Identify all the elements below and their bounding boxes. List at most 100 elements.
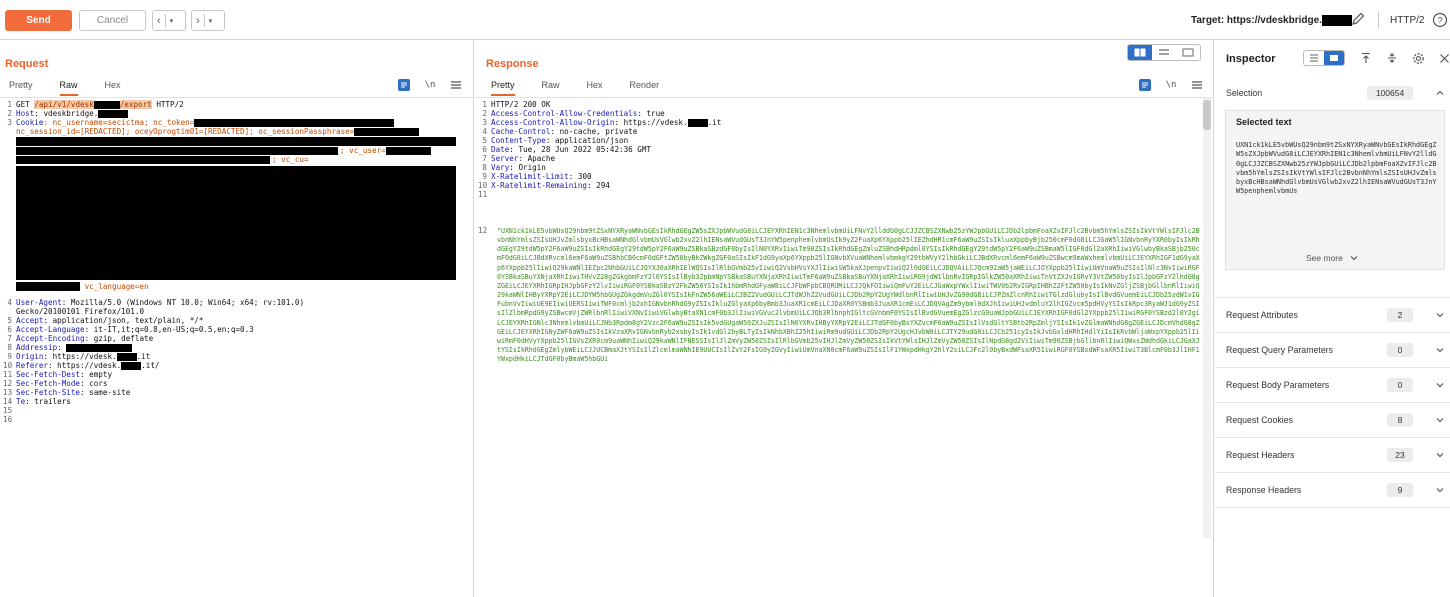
- inspector-title: Inspector: [1226, 53, 1276, 65]
- inspector-tools: [1303, 50, 1450, 66]
- selected-text-content[interactable]: UXN1ck1kLE5vbWUsQ29nbm9tZSxNYXRyaWNvbGEs…: [1236, 141, 1439, 197]
- section-request-cookies[interactable]: Request Cookies 8: [1215, 402, 1450, 437]
- request-title: Request: [5, 58, 49, 70]
- help-icon[interactable]: ?: [1432, 12, 1448, 28]
- newline-toggle-icon[interactable]: \n: [1164, 78, 1178, 92]
- scrollbar-thumb[interactable]: [1203, 100, 1211, 130]
- section-request-body-parameters[interactable]: Request Body Parameters 0: [1215, 367, 1450, 402]
- layout-panel-icon[interactable]: [1324, 51, 1344, 65]
- tab-request-hex[interactable]: Hex: [105, 80, 121, 96]
- response-tools: \n: [1126, 78, 1204, 92]
- chevron-down-icon[interactable]: [1435, 450, 1445, 460]
- header-acao: Access-Control-Allow-Origin: https://vde…: [491, 118, 722, 127]
- status-line: HTTP/2 200 OK: [491, 100, 551, 109]
- cancel-button[interactable]: Cancel: [79, 10, 146, 31]
- header-host: Host: vdeskbridge.: [16, 109, 129, 118]
- protocol-selector[interactable]: HTTP/2: [1390, 15, 1424, 26]
- redacted-block: [16, 166, 456, 280]
- selection-count: 100654: [1367, 85, 1413, 100]
- request-tabs: Pretty Raw Hex: [9, 80, 148, 96]
- header-server: Server: Apache: [491, 154, 556, 163]
- request-line: GET /api/v1/vdesk/export HTTP/2: [16, 100, 184, 109]
- tab-response-render[interactable]: Render: [630, 80, 660, 96]
- section-response-headers[interactable]: Response Headers 9: [1215, 472, 1450, 507]
- svg-text:?: ?: [1437, 16, 1442, 26]
- header-sec-fetch-dest: Sec-Fetch-Dest: empty: [16, 370, 113, 379]
- chevron-down-icon[interactable]: [1435, 345, 1445, 355]
- selected-text-title: Selected text: [1236, 117, 1292, 127]
- header-user-agent: User-Agent: Mozilla/5.0 (Windows NT 10.0…: [16, 298, 305, 307]
- chevron-down-icon[interactable]: [1435, 415, 1445, 425]
- section-request-attributes[interactable]: Request Attributes 2: [1215, 297, 1450, 332]
- back-dropdown-icon[interactable]: ▾: [166, 17, 178, 25]
- header-accept: Accept: application/json, text/plain, */…: [16, 316, 204, 325]
- align-top-icon[interactable]: [1358, 50, 1374, 66]
- chevron-down-icon[interactable]: [1435, 485, 1445, 495]
- history-forward-group[interactable]: › ▾: [191, 10, 225, 31]
- section-request-query-parameters[interactable]: Request Query Parameters 0: [1215, 332, 1450, 367]
- header-cookie: Cookie: nc_username=secictma; nc_token=: [16, 118, 395, 127]
- split-vertical-icon[interactable]: [1384, 50, 1400, 66]
- request-editor[interactable]: 1 2 3 4 5 6 7 8 9 10 11 12 13 14 15 16 G…: [0, 100, 474, 597]
- tab-response-raw[interactable]: Raw: [542, 80, 560, 96]
- header-referer: Referer: https://vdesk. .it/: [16, 361, 160, 370]
- chevron-down-icon[interactable]: [1435, 380, 1445, 390]
- send-button[interactable]: Send: [5, 10, 72, 31]
- redacted-block: [1321, 15, 1352, 26]
- menu-icon[interactable]: [449, 78, 463, 92]
- see-more-button[interactable]: See more: [1306, 253, 1359, 263]
- tab-response-hex[interactable]: Hex: [587, 80, 603, 96]
- selection-row[interactable]: Selection 100654: [1215, 80, 1450, 105]
- layout-split-icon[interactable]: [1128, 45, 1152, 60]
- actions-icon[interactable]: [1138, 78, 1152, 92]
- layout-list-icon[interactable]: [1304, 51, 1324, 65]
- inspector-panel: Inspector Selection 100654 Selected text…: [1215, 40, 1450, 597]
- header-ratelimit-remaining: X-Ratelimit-Remaining: 294: [491, 181, 610, 190]
- header-te: Te: trailers: [16, 397, 71, 406]
- header-date: Date: Tue, 28 Jun 2022 05:42:36 GMT: [491, 145, 652, 154]
- history-back-group[interactable]: ‹ ▾: [152, 10, 186, 31]
- gear-icon[interactable]: [1410, 50, 1426, 66]
- chevron-down-icon: [1350, 256, 1358, 261]
- tab-response-pretty[interactable]: Pretty: [491, 80, 515, 96]
- chevron-down-icon[interactable]: [1435, 310, 1445, 320]
- header-acac: Access-Control-Allow-Credentials: true: [491, 109, 665, 118]
- layout-toggle[interactable]: [1127, 44, 1201, 61]
- edit-target-icon[interactable]: [1350, 11, 1366, 27]
- header-accept-encoding: Accept-Encoding: gzip, deflate: [16, 334, 154, 343]
- response-body-json[interactable]: "UXN1ck1kLE5vbWUsQ29nbm9tZSxNYXRyaWNvbGE…: [497, 227, 1202, 597]
- actions-icon[interactable]: [397, 78, 411, 92]
- header-sec-fetch-site: Sec-Fetch-Site: same-site: [16, 388, 131, 397]
- header-content-type: Content-Type: application/json: [491, 136, 629, 145]
- layout-single-icon[interactable]: [1176, 45, 1200, 60]
- selection-label: Selection: [1226, 87, 1263, 98]
- newline-toggle-icon[interactable]: \n: [423, 78, 437, 92]
- section-request-headers[interactable]: Request Headers 23: [1215, 437, 1450, 472]
- header-addressip: Addressip:: [16, 343, 133, 352]
- close-icon[interactable]: [1436, 50, 1450, 66]
- response-title: Response: [486, 58, 539, 70]
- forward-icon[interactable]: ›: [192, 15, 204, 27]
- request-panel: Request Pretty Raw Hex \n 1 2 3 4 5 6 7 …: [0, 40, 474, 597]
- response-scrollbar[interactable]: [1203, 98, 1211, 538]
- target-url-text: Target: https://vdeskbridge.: [1191, 15, 1322, 27]
- header-accept-language: Accept-Language: it-IT,it;q=0.8,en-US;q=…: [16, 325, 254, 334]
- redacted-block: [16, 137, 456, 146]
- tab-request-raw[interactable]: Raw: [59, 80, 78, 96]
- inspector-layout-toggle[interactable]: [1303, 50, 1345, 66]
- menu-icon[interactable]: [1190, 78, 1204, 92]
- tab-request-pretty[interactable]: Pretty: [9, 80, 33, 96]
- header-cache-control: Cache-Control: no-cache, private: [491, 127, 638, 136]
- top-toolbar: Send Cancel ‹ ▾ › ▾ Target: https://vdes…: [0, 0, 1450, 40]
- layout-horizontal-icon[interactable]: [1152, 45, 1176, 60]
- header-vary: Vary: Origin: [491, 163, 546, 172]
- response-tabs: Pretty Raw Hex Render: [491, 80, 686, 96]
- forward-dropdown-icon[interactable]: ▾: [205, 17, 217, 25]
- back-icon[interactable]: ‹: [153, 15, 165, 27]
- request-tools: \n: [385, 78, 463, 92]
- target-url: Target: https://vdeskbridge.: [1191, 15, 1352, 26]
- header-sec-fetch-mode: Sec-Fetch-Mode: cors: [16, 379, 108, 388]
- header-ratelimit-limit: X-Ratelimit-Limit: 300: [491, 172, 592, 181]
- selected-text-box: Selected text UXN1ck1kLE5vbWUsQ29nbm9tZS…: [1225, 110, 1445, 270]
- chevron-up-icon[interactable]: [1435, 88, 1445, 98]
